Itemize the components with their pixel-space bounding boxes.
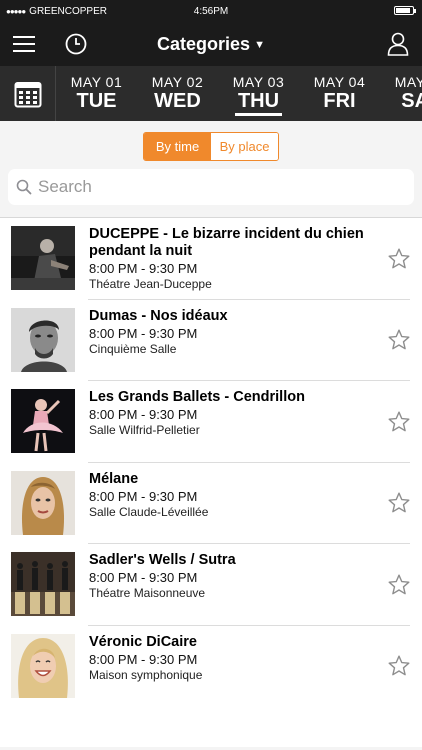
event-info: DUCEPPE - Le bizarre incident du chien p…: [89, 226, 422, 292]
profile-button[interactable]: [376, 22, 420, 66]
by-place-button[interactable]: By place: [211, 133, 278, 160]
event-row[interactable]: Les Grands Ballets - Cendrillon 8:00 PM -…: [0, 381, 422, 463]
user-icon: [387, 32, 409, 56]
event-title: Les Grands Ballets - Cendrillon: [89, 389, 305, 405]
event-venue: Cinquième Salle: [89, 341, 177, 356]
search-input[interactable]: [38, 177, 406, 197]
event-title: Mélane: [89, 470, 139, 487]
event-thumbnail: [11, 552, 75, 616]
calendar-button[interactable]: [0, 66, 56, 121]
event-info: Sadler's Wells / Sutra 8:00 PM - 9:30 PM T…: [89, 552, 422, 601]
star-icon: [388, 329, 410, 350]
view-segmented-control: By time By place: [143, 132, 279, 161]
event-info: Les Grands Ballets - Cendrillon 8:00 PM -…: [89, 389, 422, 438]
date-weekday: WED: [154, 90, 201, 112]
star-icon: [388, 492, 410, 513]
date-month-day: MAY 05: [394, 74, 422, 90]
date-strip: MAY 01 TUE MAY 02 WED MAY 03 THU MAY 04 FRI MAY …: [0, 66, 422, 121]
event-list: DUCEPPE - Le bizarre incident du chien p…: [0, 217, 422, 747]
event-thumbnail: [11, 226, 75, 290]
event-time: 8:00 PM - 9:30 PM: [89, 325, 198, 341]
date-month-day: MAY 01: [70, 74, 123, 90]
nav-bar: Categories ▼: [0, 22, 422, 66]
event-time: 8:00 PM - 9:30 PM: [89, 651, 198, 667]
star-icon: [388, 655, 410, 676]
event-venue: Théatre Jean-Duceppe: [89, 277, 212, 291]
favorite-button[interactable]: [386, 327, 412, 353]
favorite-button[interactable]: [386, 246, 412, 272]
date-weekday: THU: [234, 90, 283, 116]
event-row[interactable]: Mélane 8:00 PM - 9:30 PM Salle Claude-Léve…: [0, 463, 422, 545]
battery-level: [396, 8, 411, 13]
categories-dropdown[interactable]: Categories ▼: [157, 34, 265, 54]
event-venue: Salle Claude-Léveillée: [89, 504, 209, 519]
event-time: 8:00 PM - 9:30 PM: [89, 488, 198, 504]
favorite-button[interactable]: [386, 490, 412, 516]
menu-button[interactable]: [2, 22, 46, 66]
date-list: MAY 01 TUE MAY 02 WED MAY 03 THU MAY 04 FRI MAY …: [56, 66, 422, 121]
search-area: [0, 169, 422, 217]
history-button[interactable]: [54, 22, 98, 66]
caret-down-icon: ▼: [254, 38, 265, 51]
event-row[interactable]: Véronic DiCaire 8:00 PM - 9:30 PM Maison s…: [0, 626, 422, 708]
favorite-button[interactable]: [386, 409, 412, 435]
date-tab-thu[interactable]: MAY 03 THU: [218, 66, 299, 121]
view-toggle-area: By time By place: [0, 121, 422, 169]
date-month-day: MAY 04: [313, 74, 366, 90]
date-tab-wed[interactable]: MAY 02 WED: [137, 66, 218, 121]
event-title: Véronic DiCaire: [89, 633, 197, 650]
event-venue: Maison symphonique: [89, 667, 203, 682]
star-icon: [388, 248, 410, 269]
status-bar: ●●●●● GREENCOPPER 4:56PM: [0, 0, 422, 22]
event-info: Dumas - Nos idéaux 8:00 PM - 9:30 PM Cinqu…: [89, 308, 422, 357]
event-title: Dumas - Nos idéaux: [89, 307, 228, 324]
event-thumbnail: [11, 470, 75, 535]
event-time: 8:00 PM - 9:30 PM: [89, 407, 198, 422]
event-title: DUCEPPE - Le bizarre incident du chien p…: [89, 226, 364, 259]
event-thumbnail: [11, 389, 75, 453]
event-thumbnail: [11, 307, 75, 372]
event-row[interactable]: Sadler's Wells / Sutra 8:00 PM - 9:30 PM T…: [0, 544, 422, 626]
calendar-icon: [14, 81, 41, 107]
date-tab-fri[interactable]: MAY 04 FRI: [299, 66, 380, 121]
hamburger-icon: [13, 36, 35, 52]
date-month-day: MAY 02: [151, 74, 204, 90]
event-venue: Théatre Maisonneuve: [89, 586, 206, 600]
star-icon: [388, 411, 410, 432]
event-info: Mélane 8:00 PM - 9:30 PM Salle Claude-Léve…: [89, 471, 422, 520]
date-tab-sat[interactable]: MAY 05SAT: [380, 66, 422, 121]
event-venue: Salle Wilfrid-Pelletier: [89, 423, 200, 437]
date-weekday: TUE: [76, 90, 117, 112]
search-icon: [16, 179, 32, 195]
star-icon: [388, 574, 410, 595]
favorite-button[interactable]: [386, 653, 412, 679]
event-row[interactable]: DUCEPPE - Le bizarre incident du chien p…: [0, 218, 422, 300]
event-row[interactable]: Dumas - Nos idéaux 8:00 PM - 9:30 PM Cinqu…: [0, 300, 422, 382]
battery-icon: [394, 6, 416, 15]
event-time: 8:00 PM - 9:30 PM: [89, 261, 198, 276]
status-time: 4:56PM: [193, 5, 229, 17]
nav-title: Categories: [157, 33, 251, 54]
by-time-button[interactable]: By time: [144, 133, 211, 160]
event-info: Véronic DiCaire 8:00 PM - 9:30 PM Maison s…: [89, 634, 422, 683]
event-title: Sadler's Wells / Sutra: [89, 552, 236, 568]
date-month-day: MAY 03: [232, 74, 285, 90]
event-time: 8:00 PM - 9:30 PM: [89, 570, 198, 585]
search-bar: [8, 169, 414, 205]
date-weekday: FRI: [323, 90, 356, 112]
favorite-button[interactable]: [386, 572, 412, 598]
date-weekday: SAT: [401, 90, 422, 112]
event-thumbnail: [11, 633, 75, 698]
date-tab-tue[interactable]: MAY 01 TUE: [56, 66, 137, 121]
clock-icon: [65, 33, 87, 55]
